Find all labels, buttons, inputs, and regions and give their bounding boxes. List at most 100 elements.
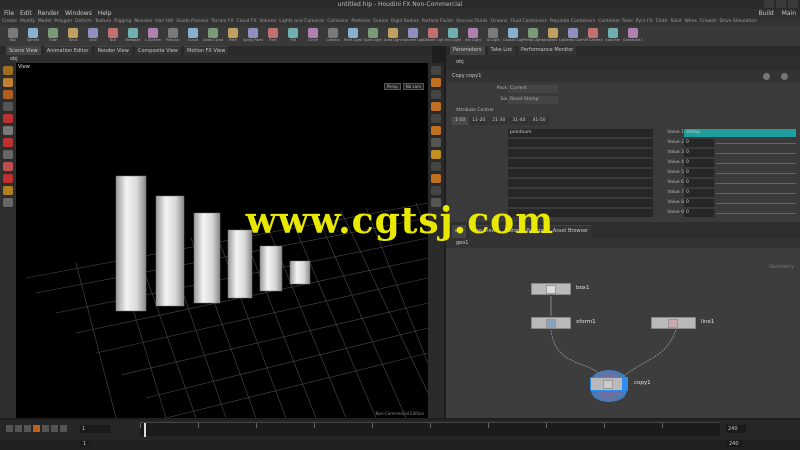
- shelf-tool[interactable]: Ambient Light: [543, 27, 563, 46]
- shelf-tab[interactable]: Cloth: [656, 18, 668, 26]
- shelf-tab[interactable]: Rigging: [114, 18, 131, 26]
- ghost-icon[interactable]: [431, 90, 441, 99]
- desktop-main[interactable]: Main: [782, 9, 796, 18]
- node-xform1[interactable]: [531, 317, 571, 329]
- network-editor[interactable]: geo1 Geometry box1 xform1 line1 copy1: [446, 238, 800, 418]
- scale-tool-icon[interactable]: [3, 102, 13, 111]
- minimize-button[interactable]: [764, 0, 774, 8]
- shelf-tool[interactable]: Draw Curve: [203, 27, 223, 46]
- pose-tool-icon[interactable]: [3, 126, 13, 135]
- stop-icon[interactable]: [33, 425, 40, 432]
- value-field[interactable]: 0: [684, 189, 714, 197]
- tab-animation-editor[interactable]: Animation Editor: [43, 46, 92, 55]
- timeline-scrubber[interactable]: [140, 422, 720, 437]
- shelf-tab[interactable]: Populate Containers: [550, 18, 595, 26]
- shelf-tab[interactable]: Collisions: [327, 18, 348, 26]
- menu-render[interactable]: Render: [38, 9, 59, 18]
- wireframe-icon[interactable]: [431, 186, 441, 195]
- value-field[interactable]: 0: [684, 169, 714, 177]
- value-slider[interactable]: [716, 183, 796, 184]
- current-frame-field[interactable]: 1: [80, 425, 110, 433]
- shelf-tab[interactable]: Volume: [260, 18, 277, 26]
- node-box1[interactable]: [531, 283, 571, 295]
- gear-icon[interactable]: [763, 73, 770, 80]
- shelf-tool[interactable]: Path: [224, 27, 242, 46]
- brush-tool-icon[interactable]: [3, 162, 13, 171]
- value-slider[interactable]: [716, 173, 796, 174]
- value-field[interactable]: 0: [684, 149, 714, 157]
- node-line1[interactable]: [651, 317, 696, 329]
- tab-21-30[interactable]: 21-30: [489, 117, 509, 125]
- tab-31-40[interactable]: 31-40: [509, 117, 529, 125]
- tab-1-10[interactable]: 1-10: [452, 117, 469, 125]
- shelf-tool[interactable]: Spray Paint: [243, 27, 263, 46]
- variable-field[interactable]: [508, 159, 653, 167]
- shelf-tool[interactable]: Portal Light: [523, 27, 543, 46]
- tab-render-view[interactable]: Render View: [94, 46, 132, 55]
- step-back-icon[interactable]: [15, 425, 22, 432]
- value-field[interactable]: stamp: [684, 129, 796, 137]
- shelf-tool[interactable]: Sphere: [24, 27, 42, 46]
- shelf-tab[interactable]: Grains: [373, 18, 388, 26]
- variable-field[interactable]: [508, 169, 653, 177]
- play-icon[interactable]: [42, 425, 49, 432]
- shelf-tab[interactable]: Particle Fluids: [422, 18, 453, 26]
- value-field[interactable]: 0: [684, 159, 714, 167]
- shelf-tab[interactable]: Lights and Cameras: [279, 18, 324, 26]
- shelf-tab[interactable]: Hair Util: [155, 18, 173, 26]
- shelf-tool[interactable]: Volume Light: [403, 27, 423, 46]
- move-tool-icon[interactable]: [3, 78, 13, 87]
- tab-performance-monitor[interactable]: Performance Monitor: [518, 46, 577, 55]
- backface-icon[interactable]: [431, 162, 441, 171]
- menu-file[interactable]: File: [4, 9, 14, 18]
- shelf-tab[interactable]: Texture: [95, 18, 111, 26]
- variable-field[interactable]: [508, 149, 653, 157]
- shelf-tab[interactable]: Create: [2, 18, 17, 26]
- value-field[interactable]: 0: [684, 139, 714, 147]
- node-copy1[interactable]: [590, 377, 628, 391]
- templates-icon[interactable]: [431, 150, 441, 159]
- end-frame-field[interactable]: 240: [726, 425, 746, 433]
- variable-field[interactable]: [508, 179, 653, 187]
- play-back-icon[interactable]: [24, 425, 31, 432]
- shelf-tool[interactable]: Point Light: [344, 27, 362, 46]
- shelf-tab[interactable]: Viscous Fluids: [456, 18, 488, 26]
- shelf-tab[interactable]: Muscles: [134, 18, 152, 26]
- snap-tool-icon[interactable]: [3, 150, 13, 159]
- shelf-tool[interactable]: L-System: [144, 27, 162, 46]
- range-end[interactable]: 240: [726, 441, 742, 447]
- rotate-tool-icon[interactable]: [3, 90, 13, 99]
- path-obj-right[interactable]: obj: [456, 59, 464, 65]
- tab-parameters[interactable]: Parameters: [450, 46, 485, 55]
- shelf-tab[interactable]: Guide Process: [177, 18, 209, 26]
- shelf-tool[interactable]: Gamepad Camera: [623, 27, 643, 46]
- shelf-tab[interactable]: Drive Simulation: [719, 18, 756, 26]
- shelf-tool[interactable]: Sky Light: [464, 27, 482, 46]
- shelf-tool[interactable]: Camera: [324, 27, 342, 46]
- shelf-tool[interactable]: Area Light: [384, 27, 402, 46]
- parm-menu[interactable]: Reset Stamp: [508, 96, 558, 104]
- shelf-tool[interactable]: Platonic: [164, 27, 182, 46]
- parm-menu[interactable]: Current: [508, 85, 558, 93]
- shelf-tool[interactable]: File: [284, 27, 302, 46]
- value-field[interactable]: 0: [684, 179, 714, 187]
- shelf-tool[interactable]: Caustic Light: [503, 27, 523, 46]
- display-icon[interactable]: [431, 66, 441, 75]
- shelf-tab[interactable]: Model: [38, 18, 52, 26]
- lighting-icon[interactable]: [431, 102, 441, 111]
- tab-composite-view[interactable]: Composite View: [134, 46, 181, 55]
- shelf-tool[interactable]: Null: [104, 27, 122, 46]
- display-flag-icon[interactable]: [622, 378, 627, 390]
- tab-motion-fx-view[interactable]: Motion FX View: [184, 46, 229, 55]
- tab-41-50[interactable]: 41-50: [529, 117, 549, 125]
- shelf-tool[interactable]: Switcher: [604, 27, 622, 46]
- shelf-tab[interactable]: Wires: [684, 18, 696, 26]
- shelf-tab[interactable]: Solid: [670, 18, 681, 26]
- shelf-tool[interactable]: Metaball: [124, 27, 142, 46]
- help-icon[interactable]: [781, 73, 788, 80]
- shelf-tab[interactable]: Particles: [351, 18, 370, 26]
- shelf-tab[interactable]: Oceans: [491, 18, 508, 26]
- variable-field[interactable]: pointnum: [508, 129, 653, 137]
- view-tool-icon[interactable]: [3, 138, 13, 147]
- playhead[interactable]: [144, 423, 146, 437]
